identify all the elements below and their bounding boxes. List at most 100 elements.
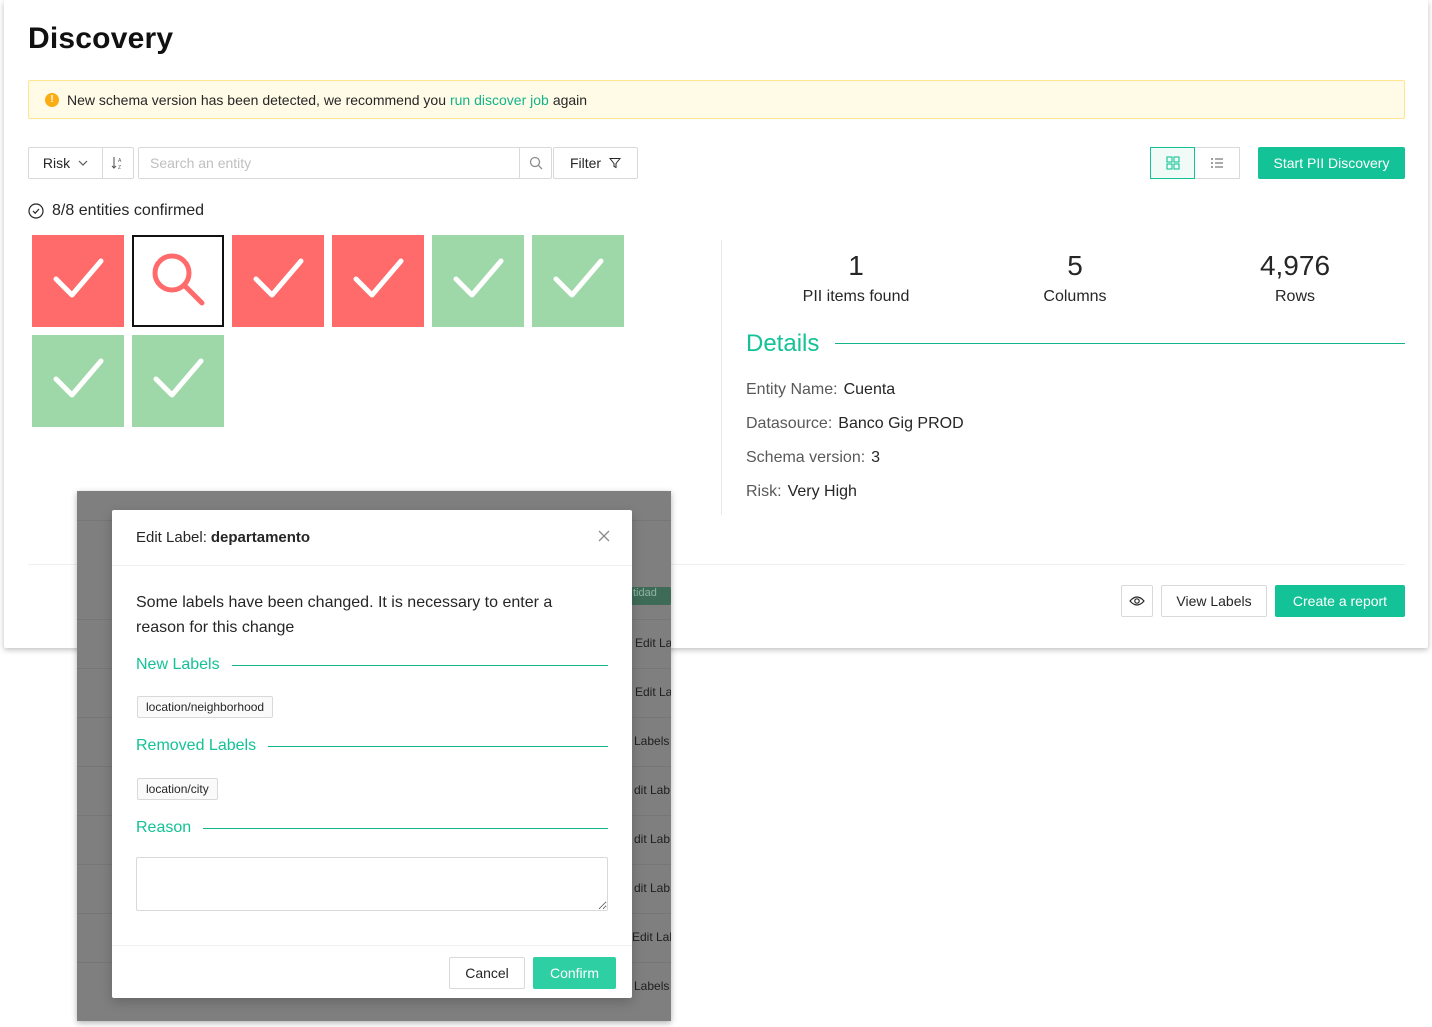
detail-risk: Risk: Very High xyxy=(746,483,857,501)
checkmark-icon xyxy=(146,347,210,416)
cancel-button[interactable]: Cancel xyxy=(449,957,525,989)
sort-group: Risk AZ xyxy=(28,147,134,179)
eye-icon xyxy=(1129,596,1145,606)
detail-datasource: Datasource: Banco Gig PROD xyxy=(746,415,964,433)
detail-label: Risk: xyxy=(746,483,782,500)
search-icon xyxy=(529,156,542,170)
detail-value: 3 xyxy=(871,449,881,466)
bg-labels-link: Labels xyxy=(634,734,670,748)
list-view-button[interactable] xyxy=(1195,147,1240,179)
modal-message: Some labels have been changed. It is nec… xyxy=(136,594,553,636)
preview-button[interactable] xyxy=(1121,585,1153,617)
checkmark-icon xyxy=(346,247,410,316)
details-title: Details xyxy=(746,330,820,357)
stat-label: Rows xyxy=(1274,288,1315,305)
stat-label: PII items found xyxy=(802,288,910,305)
bg-tag: tidad xyxy=(631,587,671,605)
schema-alert: ! New schema version has been detected, … xyxy=(28,80,1405,119)
bg-edit-label-link: dit Lab xyxy=(634,832,671,846)
page-title: Discovery xyxy=(28,22,174,55)
chevron-down-icon xyxy=(78,160,88,166)
filter-button[interactable]: Filter xyxy=(553,147,638,179)
entity-tile[interactable] xyxy=(232,235,324,327)
detail-value: Very High xyxy=(787,483,857,500)
checkmark-icon xyxy=(446,247,510,316)
checkmark-icon xyxy=(546,247,610,316)
removed-label-tag: location/city xyxy=(137,778,218,800)
stat-value: 1 xyxy=(848,250,864,281)
entity-tile[interactable] xyxy=(532,235,624,327)
search-group xyxy=(138,147,552,179)
new-labels-title: New Labels xyxy=(136,656,232,674)
bg-edit-label-link: Edit La xyxy=(635,636,671,650)
magnifier-icon xyxy=(147,248,209,315)
sort-select[interactable]: Risk xyxy=(29,148,103,178)
alert-text-end: again xyxy=(552,91,588,108)
check-circle-icon xyxy=(28,203,44,219)
bg-edit-label-link: dit Lab xyxy=(634,881,671,895)
modal-footer: Cancel Confirm xyxy=(112,945,632,998)
divider xyxy=(721,240,722,515)
start-pii-discovery-button[interactable]: Start PII Discovery xyxy=(1258,147,1405,179)
stat-columns: 5 Columns xyxy=(975,250,1175,306)
detail-entity-name: Entity Name: Cuenta xyxy=(746,381,895,399)
entity-tile[interactable] xyxy=(432,235,524,327)
modal-header: Edit Label: departamento xyxy=(112,510,632,566)
close-icon[interactable] xyxy=(596,528,612,544)
removed-labels-divider xyxy=(267,746,608,747)
reason-divider xyxy=(202,828,608,829)
details-divider xyxy=(835,343,1405,344)
sort-order-icon[interactable]: AZ xyxy=(103,148,133,178)
view-labels-button[interactable]: View Labels xyxy=(1161,585,1267,617)
new-label-tag: location/neighborhood xyxy=(137,696,274,718)
entity-tile[interactable] xyxy=(32,335,124,427)
entity-tile[interactable] xyxy=(132,235,224,327)
entities-confirmed: 8/8 entities confirmed xyxy=(28,202,204,220)
detail-value: Cuenta xyxy=(843,381,896,398)
search-button[interactable] xyxy=(519,148,551,178)
stat-label: Columns xyxy=(1043,288,1107,305)
bg-edit-label-link: dit Lab xyxy=(634,783,671,797)
stat-rows: 4,976 Rows xyxy=(1195,250,1395,306)
reason-textarea[interactable] xyxy=(136,857,608,911)
modal-title-field: departamento xyxy=(210,529,311,546)
reason-title: Reason xyxy=(136,819,204,837)
checkmark-icon xyxy=(46,247,110,316)
detail-label: Datasource: xyxy=(746,415,833,432)
detail-label: Entity Name: xyxy=(746,381,838,398)
edit-label-modal: Edit Label: departamento Some labels hav… xyxy=(112,510,632,998)
create-report-button[interactable]: Create a report xyxy=(1275,585,1405,617)
filter-label: Filter xyxy=(569,155,602,171)
svg-text:A: A xyxy=(118,158,122,164)
alert-text: New schema version has been detected, we… xyxy=(67,91,446,108)
stat-value: 4,976 xyxy=(1259,250,1331,281)
entity-tile[interactable] xyxy=(132,335,224,427)
bg-edit-label-link: Edit Lab xyxy=(632,930,671,944)
confirmed-text: 8/8 entities confirmed xyxy=(52,202,205,219)
search-input[interactable] xyxy=(139,148,519,178)
grid-icon xyxy=(1165,156,1180,170)
modal-title-prefix: Edit Label: xyxy=(136,529,207,546)
svg-text:Z: Z xyxy=(118,165,121,170)
detail-label: Schema version: xyxy=(746,449,866,466)
entity-tile[interactable] xyxy=(32,235,124,327)
entity-tile[interactable] xyxy=(332,235,424,327)
removed-labels-title: Removed Labels xyxy=(136,737,269,755)
confirm-button[interactable]: Confirm xyxy=(533,957,616,989)
exclamation-icon: ! xyxy=(45,92,59,107)
new-labels-divider xyxy=(230,665,608,666)
stat-value: 5 xyxy=(1067,250,1083,281)
checkmark-icon xyxy=(246,247,310,316)
bg-labels-link: Labels xyxy=(634,979,670,993)
run-discover-job-link[interactable]: run discover job xyxy=(450,92,549,108)
view-toggle xyxy=(1150,147,1240,179)
grid-view-button[interactable] xyxy=(1150,147,1195,179)
filter-icon xyxy=(609,158,622,169)
detail-schema-version: Schema version: 3 xyxy=(746,449,880,467)
detail-value: Banco Gig PROD xyxy=(838,415,964,432)
list-icon xyxy=(1211,158,1223,168)
stat-pii-items: 1 PII items found xyxy=(756,250,956,306)
checkmark-icon xyxy=(46,347,110,416)
bg-edit-label-link: Edit La xyxy=(635,685,671,699)
sort-select-value: Risk xyxy=(42,155,71,171)
